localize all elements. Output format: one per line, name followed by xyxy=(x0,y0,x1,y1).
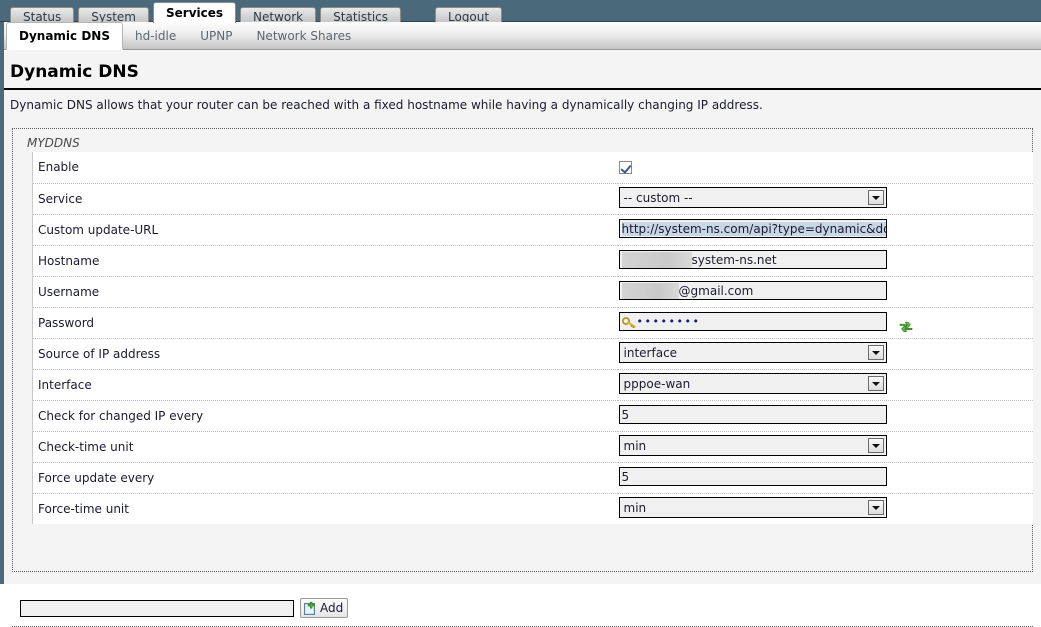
check-interval-input[interactable]: 5 xyxy=(618,404,887,424)
force-time-unit-value: min xyxy=(623,500,647,515)
sub-tab-upnp[interactable]: UPNP xyxy=(188,23,244,50)
check-interval-value: 5 xyxy=(621,407,630,422)
table-row: Custom update-URL http://system-ns.com/a… xyxy=(31,214,1033,246)
username-input[interactable]: @gmail.com xyxy=(618,280,887,300)
sub-menu: Dynamic DNS hd-idle UPNP Network Shares xyxy=(6,22,363,50)
table-row: Check for changed IP every 5 xyxy=(31,400,1033,432)
dynamic-dns-page: Status System Services Network Statistic… xyxy=(0,0,1041,627)
sub-tab-network-shares[interactable]: Network Shares xyxy=(244,23,363,50)
redaction-block xyxy=(621,251,692,268)
page-description: Dynamic DNS allows that your router can … xyxy=(10,98,763,112)
force-update-input[interactable]: 5 xyxy=(618,466,887,486)
label-force-time-unit: Force-time unit xyxy=(31,493,618,524)
chevron-down-icon xyxy=(867,437,884,453)
table-row: Enable xyxy=(31,152,1033,184)
content-area: Dynamic DNS Dynamic DNS allows that your… xyxy=(4,50,1041,627)
label-source-of-ip-address: Source of IP address xyxy=(31,338,618,370)
check-time-unit-value: min xyxy=(623,438,647,453)
new-entry-input[interactable] xyxy=(20,599,294,617)
chevron-down-icon xyxy=(867,499,884,515)
main-menu: Status System Services Network Statistic… xyxy=(10,1,506,25)
label-check-time-unit: Check-time unit xyxy=(31,431,618,463)
service-select[interactable]: -- custom -- xyxy=(618,186,887,208)
source-of-ip-value: interface xyxy=(623,345,678,360)
sub-tab-bar: Dynamic DNS hd-idle UPNP Network Shares xyxy=(0,22,1041,50)
label-check-for-changed-ip-every: Check for changed IP every xyxy=(31,400,618,432)
sub-tab-hd-idle[interactable]: hd-idle xyxy=(123,23,188,50)
label-enable: Enable xyxy=(31,152,618,184)
title-divider xyxy=(4,88,1041,90)
password-input[interactable]: •••••••• xyxy=(618,311,887,331)
enable-checkbox[interactable] xyxy=(618,161,632,175)
add-button-label: Add xyxy=(320,601,344,615)
source-of-ip-select[interactable]: interface xyxy=(618,341,887,363)
add-page-icon xyxy=(303,601,318,616)
table-row: Source of IP address interface xyxy=(31,338,1033,370)
label-interface: Interface xyxy=(31,369,618,401)
add-section: Add xyxy=(20,598,349,618)
table-row: Hostname system-ns.net xyxy=(31,245,1033,277)
main-tab-services[interactable]: Services xyxy=(153,2,237,23)
check-time-unit-select[interactable]: min xyxy=(618,434,887,456)
label-force-update-every: Force update every xyxy=(31,462,618,494)
table-row: Interface pppoe-wan xyxy=(31,369,1033,401)
table-row: Force update every 5 xyxy=(31,462,1033,494)
interface-value: pppoe-wan xyxy=(623,376,691,391)
table-row: Password •••••••• xyxy=(31,307,1033,339)
password-value: •••••••• xyxy=(636,314,701,328)
label-password: Password xyxy=(31,307,618,339)
redaction-block xyxy=(621,282,679,299)
custom-update-url-input[interactable]: http://system-ns.com/api?type=dynamic&do… xyxy=(618,218,887,238)
table-row: Service -- custom -- xyxy=(31,183,1033,215)
refresh-icon[interactable] xyxy=(898,319,914,335)
chevron-down-icon xyxy=(867,189,884,205)
username-value: @gmail.com xyxy=(678,283,754,298)
label-hostname: Hostname xyxy=(31,245,618,277)
sub-tab-dynamic-dns[interactable]: Dynamic DNS xyxy=(6,22,123,50)
label-service: Service xyxy=(31,183,618,215)
hostname-value: system-ns.net xyxy=(691,252,777,267)
hostname-input[interactable]: system-ns.net xyxy=(618,249,887,269)
chevron-down-icon xyxy=(867,344,884,360)
force-time-unit-select[interactable]: min xyxy=(618,496,887,518)
service-select-value: -- custom -- xyxy=(623,190,693,205)
interface-select[interactable]: pppoe-wan xyxy=(618,372,887,394)
main-tab-bar: Status System Services Network Statistic… xyxy=(0,0,1041,25)
table-row: Check-time unit min xyxy=(31,431,1033,463)
add-button[interactable]: Add xyxy=(300,598,349,618)
label-custom-update-url: Custom update-URL xyxy=(31,214,618,246)
custom-update-url-value: http://system-ns.com/api?type=dynamic&do… xyxy=(621,221,886,236)
page-title: Dynamic DNS xyxy=(10,62,139,82)
chevron-down-icon xyxy=(867,375,884,391)
myddns-legend: MYDDNS xyxy=(24,136,83,150)
force-update-value: 5 xyxy=(621,469,630,484)
key-icon xyxy=(621,316,636,330)
ddns-settings-table: Enable Service -- custom -- Custom updat… xyxy=(31,152,1033,524)
label-username: Username xyxy=(31,276,618,308)
table-row: Username @gmail.com xyxy=(31,276,1033,308)
table-row: Force-time unit min xyxy=(31,493,1033,524)
